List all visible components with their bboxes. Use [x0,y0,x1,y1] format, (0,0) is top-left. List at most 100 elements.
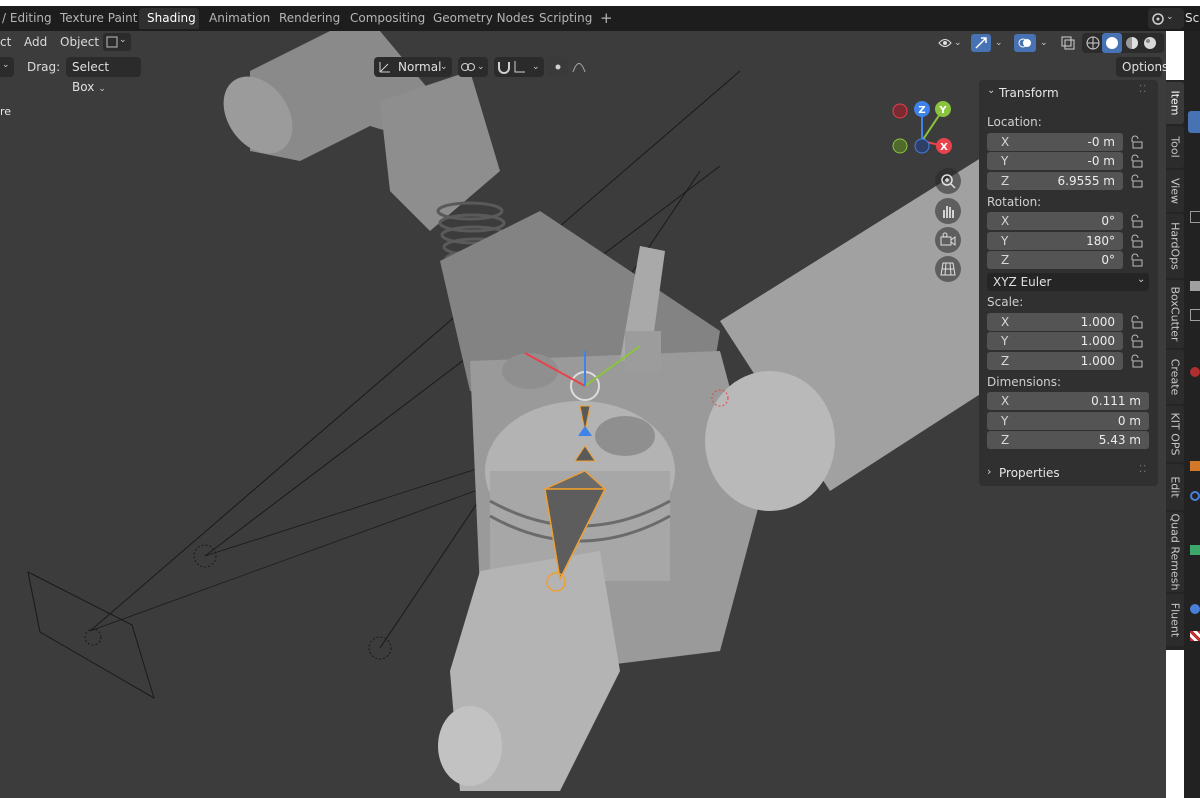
chevron-down-icon: ⌄ [1166,12,1174,22]
object-mode-dropdown[interactable]: ⌄ [103,33,131,51]
camera-view-button[interactable] [935,227,961,253]
scene-selector[interactable]: ⌄ [1148,8,1184,29]
drag-select-box-dropdown[interactable]: Select Box ⌄ [66,57,141,94]
properties-section-header[interactable]: › Properties ⁚⁚ [979,461,1158,485]
projection-toggle-button[interactable] [935,256,961,282]
drag-handle-icon[interactable]: ⁚⁚ [1139,84,1147,95]
lock-icon[interactable] [1129,135,1143,149]
texture-tab-icon[interactable] [1190,631,1200,641]
tab-rendering[interactable]: Rendering [271,8,348,29]
tool-tab-icon[interactable] [1190,211,1200,223]
lock-icon[interactable] [1129,234,1143,248]
tab-animation[interactable]: Animation [201,8,278,29]
rendered-shading-icon[interactable] [1143,36,1157,50]
scene-icon [1152,13,1164,25]
menu-add[interactable]: Add [24,35,47,49]
lock-icon[interactable] [1129,214,1143,228]
material-tab-icon[interactable] [1190,604,1200,614]
tab-scripting[interactable]: Scripting [531,8,600,29]
proportional-edit-toggle[interactable] [548,57,568,77]
menu-select[interactable]: ct [0,35,11,49]
lock-icon[interactable] [1129,334,1143,348]
sidebar-item-panel: ⌄ Transform ⁚⁚ Location: X -0 m Y -0 m Z 6.… [979,80,1158,486]
tab-editing[interactable]: / Editing [0,8,60,29]
rotation-z-field[interactable]: Z 0° [987,251,1123,269]
tab-geometry-nodes[interactable]: Geometry Nodes [425,8,542,29]
data-tab-icon[interactable] [1190,545,1200,555]
tab-kit-ops[interactable]: KIT OPS [1166,406,1184,462]
wireframe-shading-icon[interactable] [1086,36,1100,50]
axis-label: Y [1001,414,1009,428]
solid-shading-icon[interactable] [1105,36,1119,50]
menu-object[interactable]: Object [60,35,99,49]
tab-quad-remesh[interactable]: Quad Remesh [1166,512,1184,592]
navigation-gizmo[interactable]: Z Y X [886,95,966,165]
lock-icon[interactable] [1129,174,1143,188]
tab-texture-paint[interactable]: Texture Paint [52,8,145,29]
rotation-x-field[interactable]: X 0° [987,212,1123,230]
chevron-down-icon: ⌄ [2,60,10,70]
tab-compositing[interactable]: Compositing [342,8,433,29]
dimensions-z-field[interactable]: Z 5.43 m [987,431,1149,449]
gizmo-toggle[interactable]: ⌄ [970,33,1008,53]
pivot-point-dropdown[interactable]: ⌄ [458,57,488,77]
tab-view[interactable]: View [1166,170,1184,212]
active-property-tab[interactable] [1188,111,1200,133]
gizmo-icon [975,37,987,49]
viewport-info-text: re [0,105,12,118]
field-value: 1.000 [1080,315,1115,329]
tool-dropdown[interactable]: ⌄ [0,57,14,77]
material-shading-icon[interactable] [1125,36,1139,50]
scale-x-field[interactable]: X 1.000 [987,313,1123,331]
zoom-button[interactable] [935,168,961,194]
tab-create[interactable]: Create [1166,350,1184,404]
rotation-y-field[interactable]: Y 180° [987,232,1123,250]
tab-label: Geometry Nodes [433,11,535,25]
tab-edit[interactable]: Edit [1166,464,1184,510]
lock-icon[interactable] [1129,253,1143,267]
tab-tool[interactable]: Tool [1166,126,1184,168]
field-value: 6.9555 m [1057,174,1116,188]
orientation-value: Normal [398,60,442,74]
visibility-dropdown[interactable]: ⌄ [936,33,966,53]
tab-boxcutter[interactable]: BoxCutter [1166,280,1184,348]
rotation-mode-dropdown[interactable]: XYZ Euler ⌄ [987,273,1149,291]
scene-tab-icon[interactable] [1190,367,1200,377]
location-x-field[interactable]: X -0 m [987,133,1123,151]
options-dropdown[interactable]: Options⌄ [1116,57,1166,77]
field-value: 1.000 [1080,334,1115,348]
add-workspace-button[interactable]: + [592,8,621,29]
field-value: 0 m [1117,414,1141,428]
lock-icon[interactable] [1129,315,1143,329]
render-tab-icon[interactable] [1190,281,1200,291]
tab-label: View [1168,177,1182,205]
location-y-field[interactable]: Y -0 m [987,152,1123,170]
tab-hardops[interactable]: HardOps [1166,214,1184,278]
lock-icon[interactable] [1129,354,1143,368]
object-tab-icon[interactable] [1190,461,1200,471]
dimensions-x-field[interactable]: X 0.111 m [987,392,1149,410]
scale-z-field[interactable]: Z 1.000 [987,352,1123,370]
lock-icon[interactable] [1129,154,1143,168]
pan-button[interactable] [935,198,961,224]
transform-orientation-dropdown[interactable]: Normal ⌄ [374,57,452,77]
overlays-toggle[interactable]: ⌄ [1013,33,1053,53]
drag-handle-icon[interactable]: ⁚⁚ [1139,464,1147,475]
modifier-tab-icon[interactable] [1190,491,1200,501]
tab-fluent[interactable]: Fluent [1166,594,1184,646]
transform-section-header[interactable]: ⌄ Transform ⁚⁚ [979,80,1158,104]
zoom-icon [941,174,956,189]
scale-y-field[interactable]: Y 1.000 [987,332,1123,350]
location-z-field[interactable]: Z 6.9555 m [987,172,1123,190]
dimensions-y-field[interactable]: Y 0 m [987,412,1149,430]
workspace-tabs-bar: / Editing Texture Paint Shading Animatio… [0,6,1200,31]
tab-item[interactable]: Item [1166,82,1184,124]
output-tab-icon[interactable] [1190,309,1200,321]
tab-label: Tool [1168,136,1182,158]
axis-label: X [1001,214,1010,228]
snap-dropdown[interactable]: ⌄ [494,57,544,77]
magnet-icon [498,62,510,74]
falloff-dropdown[interactable] [570,57,598,77]
xray-toggle[interactable] [1057,33,1079,53]
tab-shading[interactable]: Shading [139,8,199,29]
